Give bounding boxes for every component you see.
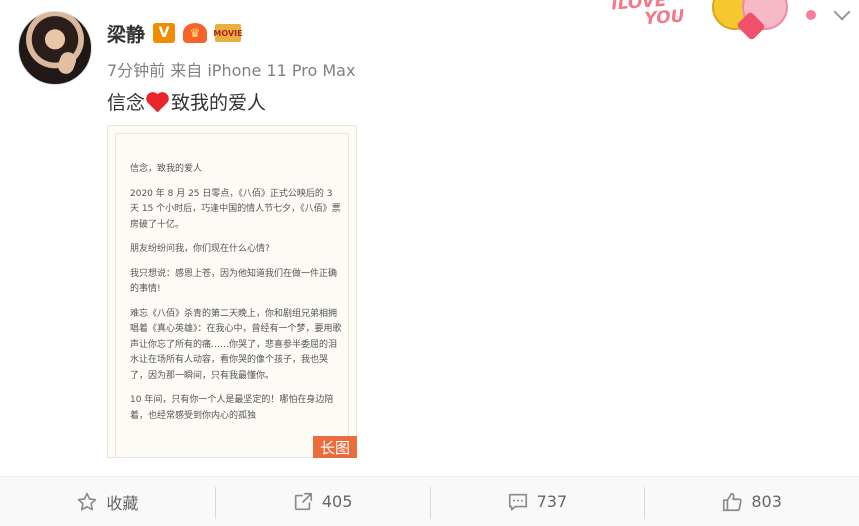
long-image-paragraph: 2020 年 8 月 25 日零点，《八佰》正式公映后的 3 天 15 个小时后… bbox=[130, 188, 341, 230]
collect-button[interactable]: 收藏 bbox=[0, 477, 215, 526]
long-image-paragraph: 朋友纷纷问我，你们现在什么心情? bbox=[130, 244, 270, 254]
long-image-paragraph: 10 年间，只有你一个人是最坚定的！哪怕在身边陪着，也经常感受到你内心的孤独 bbox=[130, 395, 334, 421]
verified-v-icon[interactable]: V bbox=[153, 23, 176, 43]
user-line: 梁静 V ♛ MOVIE bbox=[107, 18, 243, 48]
long-image[interactable]: 信念，致我的爱人 2020 年 8 月 25 日零点，《八佰》正式公映后的 3 … bbox=[107, 125, 357, 458]
like-count: 803 bbox=[751, 492, 782, 511]
action-bar: 收藏 405 737 803 bbox=[0, 477, 859, 526]
comment-icon bbox=[508, 493, 527, 511]
chevron-down-icon[interactable] bbox=[833, 3, 851, 21]
pink-dot-icon bbox=[806, 10, 816, 20]
long-image-paragraph: 信念，致我的爱人 bbox=[130, 164, 203, 174]
post-text-before: 信念 bbox=[107, 92, 146, 114]
crown-badge-icon[interactable]: ♛ bbox=[183, 23, 208, 43]
repost-count: 405 bbox=[321, 492, 353, 511]
comment-button[interactable]: 737 bbox=[429, 477, 645, 526]
you-word: YOU bbox=[643, 6, 686, 30]
love-you-decoration: ILOVE YOU bbox=[611, 0, 685, 30]
comment-count: 737 bbox=[536, 492, 568, 511]
long-image-paragraph: 我只想说：感恩上苍，因为他知道我们在做一件正确的事情! bbox=[130, 268, 338, 295]
user-avatar[interactable] bbox=[18, 11, 92, 85]
post-meta: 7分钟前 来自 iPhone 11 Pro Max bbox=[107, 61, 356, 80]
long-image-paragraph: 难忘《八佰》杀青的第二天晚上，你和剧组兄弟相拥唱着《真心英雄》：在我心中，曾经有… bbox=[130, 308, 342, 381]
like-button[interactable]: 803 bbox=[644, 477, 859, 526]
star-icon bbox=[78, 492, 97, 510]
share-icon bbox=[294, 492, 312, 510]
avatar-hand bbox=[55, 49, 79, 77]
thumbs-up-icon bbox=[723, 492, 742, 511]
long-image-badge[interactable]: 长图 bbox=[313, 436, 357, 458]
user-name[interactable]: 梁静 bbox=[107, 20, 145, 47]
post-text-after: 致我的爱人 bbox=[171, 92, 267, 114]
long-image-content: 信念，致我的爱人 2020 年 8 月 25 日零点，《八佰》正式公映后的 3 … bbox=[130, 162, 342, 431]
collect-label: 收藏 bbox=[106, 493, 139, 513]
movie-badge-icon[interactable]: MOVIE bbox=[213, 24, 243, 42]
post-text: 信念 致我的爱人 bbox=[107, 88, 266, 115]
repost-button[interactable]: 405 bbox=[214, 477, 430, 526]
red-heart-icon bbox=[146, 91, 170, 113]
